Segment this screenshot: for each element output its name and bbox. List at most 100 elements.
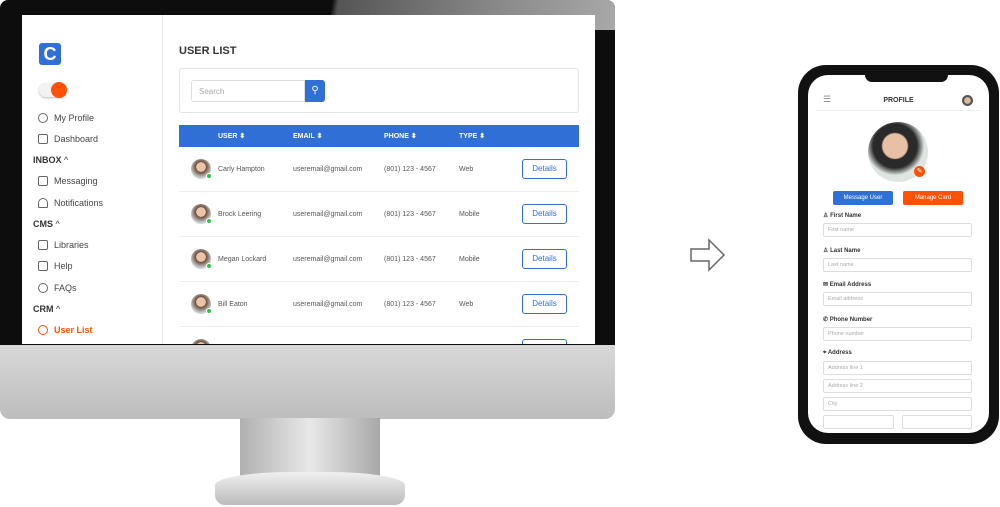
sidebar-item-notifications[interactable]: Notifications (38, 198, 103, 208)
field-label-row: ✆ Phone Number (823, 316, 872, 323)
field-input[interactable]: First name (823, 223, 972, 237)
field-label: Email Address (829, 282, 872, 288)
field-label-row: ✉ Email Address (823, 281, 871, 288)
sidebar-item-libraries[interactable]: Libraries (38, 240, 89, 250)
table-row: Megan Lockard useremail@gmail.com (801) … (179, 237, 579, 282)
section-label: CRM (33, 304, 54, 314)
mail-icon: ✉ (823, 282, 829, 288)
phone-icon: ✆ (823, 316, 829, 323)
search-panel: Search ⚲ (179, 68, 579, 113)
zip-input[interactable] (902, 415, 972, 429)
search-input[interactable]: Search (191, 80, 305, 102)
online-status-dot (206, 263, 212, 269)
edit-photo-icon[interactable]: ✎ (914, 166, 925, 177)
table-row (179, 327, 579, 344)
info-icon (38, 261, 48, 271)
avatar[interactable] (962, 95, 973, 106)
search-button[interactable]: ⚲ (305, 80, 325, 102)
state-input[interactable] (823, 415, 894, 429)
chevron-up-icon: ^ (56, 304, 61, 314)
field-input[interactable]: Phone number (823, 326, 972, 341)
library-icon (38, 240, 48, 250)
section-crm[interactable]: CRM ^ (33, 304, 60, 314)
sidebar-item-label: Libraries (54, 240, 89, 250)
details-button[interactable]: Details (522, 249, 567, 269)
user-name: Brock Leering (218, 211, 262, 218)
question-icon (38, 283, 48, 293)
sidebar-item-my-profile[interactable]: My Profile (38, 113, 94, 123)
table-row: Bill Eaton useremail@gmail.com (801) 123… (179, 282, 579, 327)
divider (816, 110, 981, 111)
grid-icon (38, 134, 48, 144)
theme-toggle[interactable] (39, 82, 67, 98)
details-button[interactable]: Details (522, 159, 567, 179)
user-name: Bill Eaton (218, 301, 248, 308)
user-avatar (191, 339, 211, 344)
field-label-row: ♙ First Name (823, 212, 861, 219)
details-button[interactable]: Details (522, 204, 567, 224)
section-label: INBOX (33, 155, 62, 165)
user-phone: (801) 123 - 4567 (384, 301, 436, 308)
monitor-stand (240, 418, 380, 478)
table-row: Carly Hampton useremail@gmail.com (801) … (179, 147, 579, 192)
sidebar-item-faqs[interactable]: FAQs (38, 283, 77, 293)
section-label: CMS (33, 219, 53, 229)
sidebar-item-dashboard[interactable]: Dashboard (38, 134, 98, 144)
city-input[interactable]: City (823, 397, 972, 411)
sidebar-item-label: My Profile (54, 113, 95, 123)
table-header: USER ⬍ EMAIL ⬍ PHONE ⬍ TYPE ⬍ (179, 125, 579, 147)
col-phone[interactable]: PHONE ⬍ (384, 132, 417, 140)
sidebar-item-label: Help (54, 261, 73, 271)
col-user[interactable]: USER ⬍ (218, 132, 245, 140)
details-button[interactable] (522, 339, 567, 344)
address-line2-input[interactable]: Address line 2 (823, 379, 972, 393)
sidebar-item-label: User List (54, 325, 93, 335)
arrow-right-icon (690, 238, 726, 272)
bell-icon (38, 198, 48, 208)
field-label: Address (827, 350, 852, 356)
user-type: Web (459, 166, 474, 173)
col-type[interactable]: TYPE ⬍ (459, 132, 485, 140)
field-input[interactable]: Last name (823, 257, 972, 272)
details-button[interactable]: Details (522, 294, 567, 314)
sidebar-item-help[interactable]: Help (38, 261, 73, 271)
sidebar-item-messaging[interactable]: Messaging (38, 176, 98, 186)
manage-card-button[interactable]: Manage Card (903, 191, 963, 205)
search-icon: ⚲ (311, 85, 319, 96)
field-label: First Name (830, 213, 862, 219)
sidebar: C My Profile Dashboard INBOX ^ Messaging… (22, 15, 163, 344)
user-name: Carly Hampton (218, 166, 265, 173)
message-user-button[interactable]: Message User (833, 191, 893, 205)
user-avatar (191, 204, 212, 224)
field-input[interactable]: Email address (823, 292, 972, 306)
field-label-row: ♙ Last Name (823, 247, 860, 254)
user-avatar (191, 249, 212, 269)
user-avatar (191, 159, 212, 179)
field-label: Last Name (830, 247, 861, 254)
monitor-base (215, 472, 405, 505)
message-icon (38, 176, 48, 186)
user-icon: ♙ (823, 213, 829, 219)
user-name: Megan Lockard (218, 256, 267, 263)
chevron-up-icon: ^ (64, 155, 69, 165)
table-row: Brock Leering useremail@gmail.com (801) … (179, 192, 579, 237)
online-status-dot (206, 173, 212, 179)
col-email[interactable]: EMAIL ⬍ (293, 132, 322, 140)
page-title: USER LIST (179, 45, 237, 57)
user-email: useremail@gmail.com (293, 211, 363, 218)
user-type: Mobile (459, 256, 480, 263)
sidebar-item-user-list[interactable]: User List (38, 325, 93, 335)
monitor-chin (0, 345, 615, 419)
sidebar-item-label: Dashboard (54, 134, 99, 144)
user-type: Mobile (459, 211, 480, 218)
sidebar-item-label: Notifications (54, 198, 104, 208)
desktop-screen: C My Profile Dashboard INBOX ^ Messaging… (22, 15, 595, 344)
address-line1-input[interactable]: Address line 1 (823, 361, 972, 375)
online-status-dot (206, 308, 212, 314)
user-icon (38, 113, 48, 123)
user-icon: ♙ (823, 247, 829, 254)
section-inbox[interactable]: INBOX ^ (33, 155, 68, 165)
user-phone: (801) 123 - 4567 (384, 256, 436, 263)
app-logo: C (39, 43, 61, 65)
section-cms[interactable]: CMS ^ (33, 219, 60, 229)
